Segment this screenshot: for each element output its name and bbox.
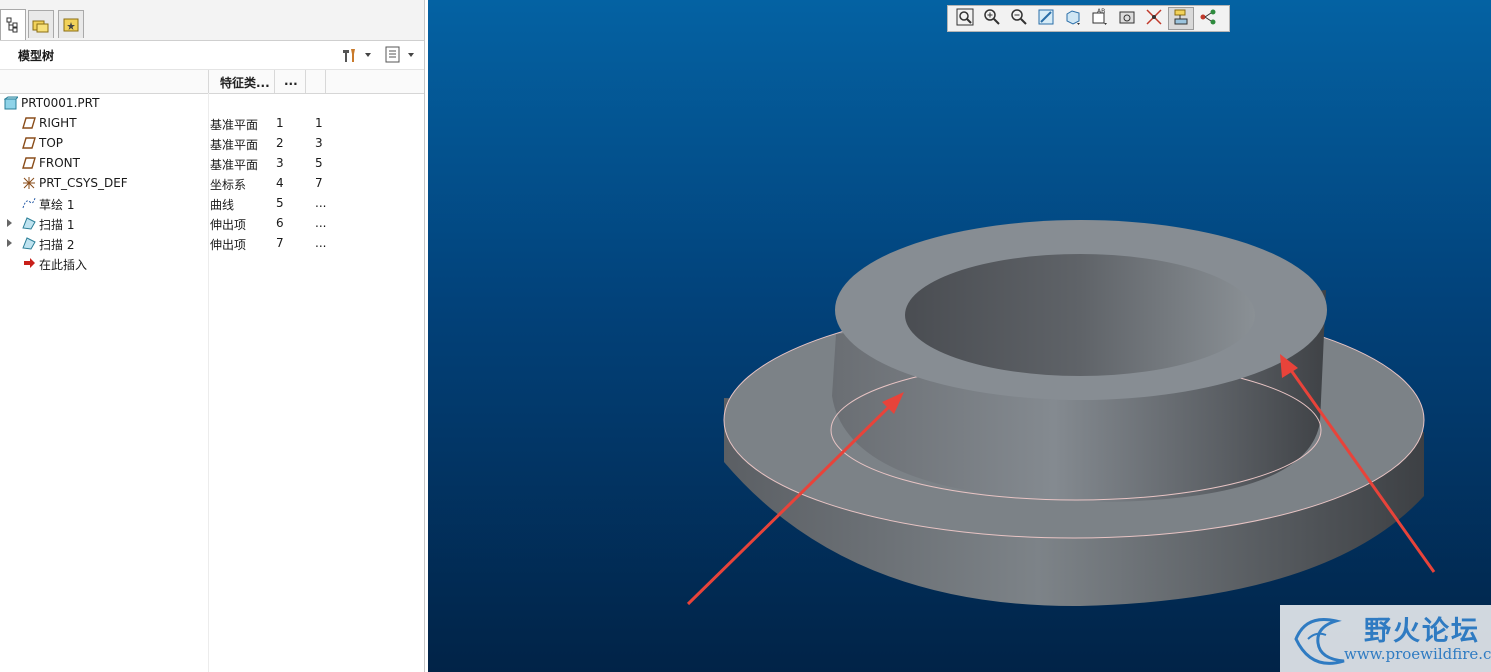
tree-item-type: 伸出项 xyxy=(210,238,247,252)
tree-item[interactable]: FRONT 基准平面 3 5 xyxy=(0,153,424,173)
csys-icon xyxy=(22,176,36,190)
expand-arrow-icon[interactable] xyxy=(7,219,12,227)
tree-item-label: 扫描 2 xyxy=(39,238,75,252)
tree-item-id: 4 xyxy=(276,176,284,190)
tree-item-number: ... xyxy=(315,236,327,250)
part-icon xyxy=(3,96,20,110)
datum-plane-icon xyxy=(22,156,36,170)
column-separator xyxy=(274,70,275,93)
column-separator xyxy=(208,70,209,93)
watermark-title: 野火论坛 xyxy=(1364,616,1480,647)
tree-item[interactable]: PRT0001.PRT xyxy=(0,93,424,113)
model-tree-panel: 模型树 特征类... ... PRT0001.PRT RIGHT 基准平面 1 1 TOP… xyxy=(0,0,425,672)
tree-item-number: ... xyxy=(315,196,327,210)
tree-item-id: 5 xyxy=(276,196,284,210)
tree-item-type: 基准平面 xyxy=(210,158,259,172)
tree-item-label: 在此插入 xyxy=(39,258,88,272)
tree-item-label: 扫描 1 xyxy=(39,218,75,232)
tree-item-label: PRT0001.PRT xyxy=(21,96,100,110)
tree-item-number: 5 xyxy=(315,156,323,170)
tree-item-type: 基准平面 xyxy=(210,138,259,152)
navigator-tabs xyxy=(0,0,424,41)
tree-item-id: 2 xyxy=(276,136,284,150)
expand-arrow-icon[interactable] xyxy=(7,239,12,247)
sweep-icon xyxy=(22,236,36,250)
column-feature-type[interactable]: 特征类... xyxy=(220,74,270,91)
folder-browser-icon xyxy=(32,20,49,32)
tree-item-label: FRONT xyxy=(39,156,80,170)
tree-item-label: 草绘 1 xyxy=(39,198,75,212)
tab-folder-browser[interactable] xyxy=(28,10,54,38)
tree-item-number: 1 xyxy=(315,116,323,130)
favorites-icon xyxy=(63,18,79,31)
tree-item[interactable]: 在此插入 xyxy=(0,253,424,273)
tree-item-label: PRT_CSYS_DEF xyxy=(39,176,128,190)
tree-item-type: 伸出项 xyxy=(210,218,247,232)
column-separator xyxy=(325,70,326,93)
tree-item-label: TOP xyxy=(39,136,64,150)
tree-item-number: 7 xyxy=(315,176,323,190)
chevron-down-icon xyxy=(408,53,414,57)
tree-item[interactable]: 扫描 2 伸出项 7... xyxy=(0,233,424,253)
chevron-down-icon xyxy=(365,53,371,57)
tree-item-type: 基准平面 xyxy=(210,118,259,132)
tree-item-id: 6 xyxy=(276,216,284,230)
datum-plane-icon xyxy=(22,136,36,150)
watermark: 野火论坛 www.proewildfire.cn xyxy=(1280,605,1491,672)
list-view-icon xyxy=(385,46,400,63)
watermark-url: www.proewildfire.cn xyxy=(1344,645,1491,663)
tree-item[interactable]: RIGHT 基准平面 1 1 xyxy=(0,113,424,133)
model-tree-header: 模型树 xyxy=(0,41,424,70)
tab-favorites[interactable] xyxy=(58,10,84,38)
column-separator xyxy=(305,70,306,93)
sketch-icon xyxy=(22,196,36,210)
model-tree-icon xyxy=(6,17,18,33)
tree-column-header: 特征类... ... xyxy=(0,70,424,94)
tools-icon xyxy=(343,49,355,62)
graphics-viewport[interactable]: AB 野火论坛 www.proewildfire.cn xyxy=(428,0,1491,672)
tree-item[interactable]: PRT_CSYS_DEF 坐标系 4 7 xyxy=(0,173,424,193)
tree-item-id: 1 xyxy=(276,116,284,130)
panel-title: 模型树 xyxy=(18,49,55,63)
settings-dropdown-button[interactable] xyxy=(341,45,371,65)
sweep-model[interactable] xyxy=(723,220,1425,607)
tree-item-label: RIGHT xyxy=(39,116,77,130)
tree-item-id: 7 xyxy=(276,236,284,250)
tree-item-id: 3 xyxy=(276,156,284,170)
insert-here-icon xyxy=(22,256,36,270)
tab-model-tree[interactable] xyxy=(0,9,26,40)
column-more[interactable]: ... xyxy=(284,74,298,88)
tree-item-number: ... xyxy=(315,216,327,230)
tree-item[interactable]: 草绘 1 曲线 5... xyxy=(0,193,424,213)
tree-item-type: 坐标系 xyxy=(210,178,247,192)
tree-item-number: 3 xyxy=(315,136,323,150)
tree-item-type: 曲线 xyxy=(210,198,235,212)
datum-plane-icon xyxy=(22,116,36,130)
show-dropdown-button[interactable] xyxy=(384,45,414,65)
sweep-icon xyxy=(22,216,36,230)
model-canvas xyxy=(686,220,1436,607)
tree-item[interactable]: 扫描 1 伸出项 6... xyxy=(0,213,424,233)
tree-item[interactable]: TOP 基准平面 2 3 xyxy=(0,133,424,153)
